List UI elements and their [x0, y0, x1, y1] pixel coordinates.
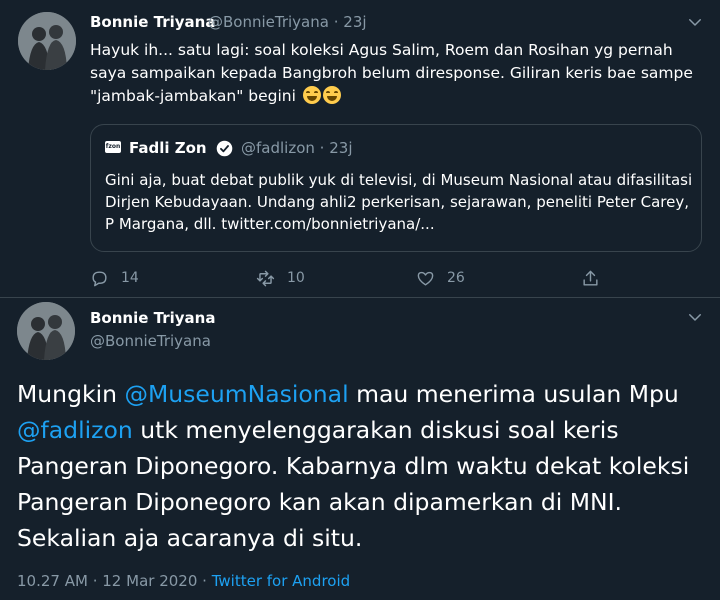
quoted-tweet-meta: @fadlizon · 23j — [241, 139, 353, 157]
tweet-time[interactable]: 23j — [343, 13, 366, 31]
author-handle[interactable]: @BonnieTriyana — [90, 332, 211, 350]
retweet-button[interactable]: 10 — [256, 266, 305, 290]
tweet-meta: @BonnieTriyana · 23j — [208, 13, 367, 31]
author-avatar[interactable] — [17, 302, 75, 360]
meta-separator: · — [333, 13, 339, 31]
tweet-divider — [0, 297, 720, 298]
heart-icon — [417, 271, 434, 286]
verified-badge-icon — [216, 140, 233, 157]
quoted-author-handle: @fadlizon — [241, 139, 315, 157]
author-handle[interactable]: @BonnieTriyana — [208, 13, 329, 31]
quoted-author-name: Fadli Zon — [129, 139, 207, 157]
tears-of-joy-emoji-icon — [302, 86, 321, 104]
meta-separator: · — [92, 572, 98, 590]
tweet-text: Hayuk ih... satu lagi: soal koleksi Agus… — [90, 39, 702, 108]
tears-of-joy-emoji-icon — [322, 86, 341, 104]
author-avatar[interactable] — [18, 12, 76, 70]
meta-separator: · — [202, 572, 207, 590]
tweet-timestamp[interactable]: 10.27 AM — [17, 572, 88, 590]
quoted-author-logo: fzon — [105, 141, 121, 153]
reply-count: 14 — [121, 270, 139, 286]
reply-icon — [92, 270, 107, 286]
author-name[interactable]: Bonnie Triyana — [90, 309, 215, 327]
share-button[interactable] — [581, 266, 612, 290]
more-options-chevron-icon[interactable] — [686, 308, 704, 326]
tweet-date[interactable]: 12 Mar 2020 — [102, 572, 197, 590]
reply-button[interactable]: 14 — [90, 266, 139, 290]
quoted-tweet-text: Gini aja, buat debat publik yuk di telev… — [105, 171, 693, 233]
quoted-tweet-card[interactable]: fzon Fadli Zon @fadlizon · 23j Gini aja,… — [90, 124, 702, 252]
share-icon — [583, 270, 598, 286]
tweet-actions: 14 10 26 — [90, 266, 702, 290]
author-name[interactable]: Bonnie Triyana — [90, 13, 215, 31]
like-count: 26 — [447, 270, 465, 286]
retweet-icon — [256, 270, 275, 286]
tweet-text-part: Mungkin — [17, 380, 125, 408]
mention-link[interactable]: @MuseumNasional — [124, 380, 348, 408]
quoted-tweet-time: 23j — [329, 139, 353, 157]
tweet-text-part: mau menerima usulan Mpu — [348, 380, 679, 408]
tweet-text: Mungkin @MuseumNasional mau menerima usu… — [17, 376, 707, 556]
mention-link[interactable]: @fadlizon — [17, 416, 133, 444]
tweet-text-body: Hayuk ih... satu lagi: soal koleksi Agus… — [90, 41, 693, 105]
meta-separator: · — [319, 139, 325, 157]
tweet-source-link[interactable]: Twitter for Android — [212, 572, 350, 590]
tweet-footer: 10.27 AM · 12 Mar 2020 · Twitter for And… — [17, 572, 350, 590]
like-button[interactable]: 26 — [416, 266, 465, 290]
retweet-count: 10 — [287, 270, 305, 286]
more-options-chevron-icon[interactable] — [686, 13, 704, 31]
